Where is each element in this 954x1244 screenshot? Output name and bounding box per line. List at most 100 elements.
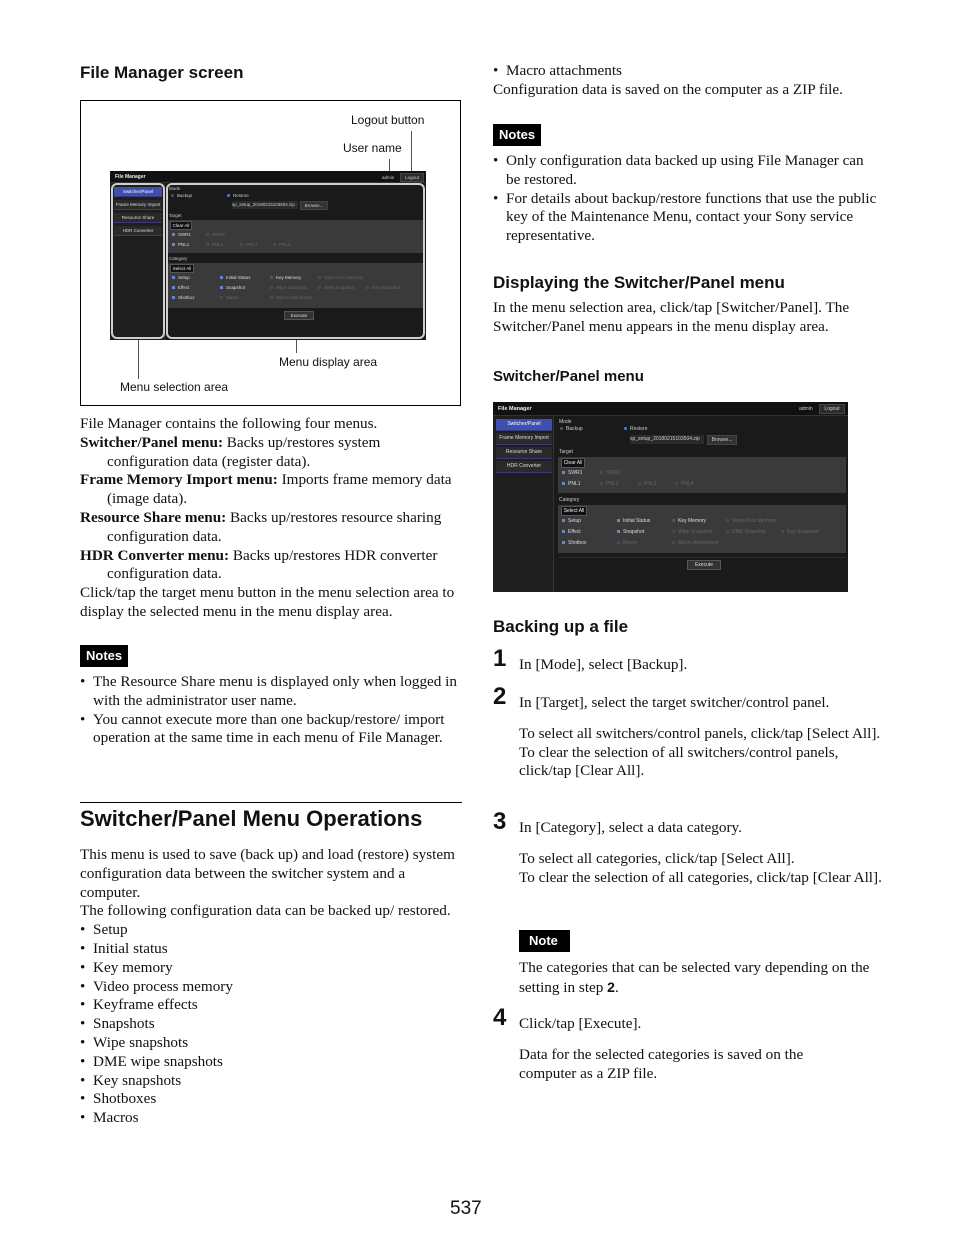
- menu-def-resource-share: Resource Share menu: Backs up/restores r…: [80, 509, 465, 547]
- target-pnl4-checkbox[interactable]: PNL4: [675, 481, 694, 487]
- target-swr2-checkbox[interactable]: SWR2: [600, 470, 620, 476]
- data-item: DME wipe snapshots: [80, 1053, 465, 1072]
- target-pnl2-checkbox[interactable]: PNL2: [600, 481, 619, 487]
- heading-displaying-menu: Displaying the Switcher/Panel menu: [493, 273, 785, 292]
- category-initial-status-checkbox[interactable]: Initial Status: [617, 518, 650, 524]
- step-2: 2 In [Target], select the target switche…: [493, 685, 883, 781]
- callout-line-display: [296, 339, 297, 353]
- category-setup-checkbox[interactable]: Setup: [562, 518, 581, 524]
- step-text: In [Target], select the target switcher/…: [519, 694, 830, 711]
- target-label: Target: [559, 449, 573, 455]
- callout-menu-display-area: Menu display area: [279, 355, 378, 369]
- execute-button[interactable]: Execute: [687, 560, 721, 570]
- category-video-proc-memory-checkbox[interactable]: Video Proc Memory: [726, 518, 776, 524]
- divider: [558, 557, 846, 558]
- right-intro: Macro attachments Configuration data is …: [493, 62, 883, 100]
- checkbox-label: Wipe Snapshot: [678, 529, 712, 535]
- target-pnl1-checkbox[interactable]: PNL1: [562, 481, 581, 487]
- term: Frame Memory Import menu:: [80, 471, 278, 489]
- callout-line-user: [389, 159, 390, 171]
- display-paragraph: In the menu selection area, click/tap [S…: [493, 299, 850, 335]
- step-detail: To clear the selection of all categories…: [519, 868, 882, 886]
- menu-def-switcher-panel: Switcher/Panel menu: Backs up/restores s…: [80, 434, 465, 472]
- step-text: In [Mode], select [Backup].: [519, 656, 688, 673]
- logout-button[interactable]: Logout: [819, 404, 845, 414]
- section-divider: [80, 802, 462, 803]
- checkbox-label: Video Proc Memory: [732, 518, 776, 524]
- step-number: 1: [493, 645, 507, 672]
- category-macro-checkbox[interactable]: Macro: [617, 540, 637, 546]
- user-name: admin: [799, 406, 813, 412]
- menu-button-hdr-converter[interactable]: HDR Converter: [496, 461, 552, 473]
- mode-backup-radio[interactable]: Backup: [560, 426, 583, 432]
- note-label: Note: [519, 930, 570, 952]
- checkbox-label: Setup: [568, 518, 582, 524]
- notes-tag-right: Notes: [493, 124, 542, 146]
- data-item: Keyframe effects: [80, 996, 465, 1015]
- notes-label: Notes: [80, 645, 129, 667]
- menu-def-hdr-converter: HDR Converter menu: Backs up/restores HD…: [80, 547, 465, 585]
- category-dme-snapshot-checkbox[interactable]: DME Snapshot: [726, 529, 766, 535]
- category-macro-attachment-checkbox[interactable]: Macro Attachment: [672, 540, 718, 546]
- checkbox-label: SWR1: [568, 470, 583, 476]
- radio-label: Restore: [630, 426, 648, 432]
- target-swr1-checkbox[interactable]: SWR1: [562, 470, 582, 476]
- menu-button-frame-memory-import[interactable]: Frame Memory Import: [496, 433, 552, 445]
- target-pnl3-checkbox[interactable]: PNL3: [638, 481, 657, 487]
- checkbox-label: PNL1: [568, 481, 581, 487]
- data-item: Setup: [80, 921, 465, 940]
- category-key-memory-checkbox[interactable]: Key Memory: [672, 518, 706, 524]
- browse-button[interactable]: Browse...: [707, 435, 737, 445]
- category-label: Category: [559, 497, 580, 503]
- data-items-list: Setup Initial status Key memory Video pr…: [80, 921, 465, 1128]
- operations-intro: This menu is used to save (back up) and …: [80, 846, 465, 1128]
- step-text: In [Category], select a data category.: [519, 819, 742, 836]
- checkbox-label: PNL3: [644, 481, 657, 487]
- note-item: For details about backup/restore functio…: [493, 190, 878, 246]
- intro-text: File Manager contains the following four…: [80, 415, 378, 432]
- category-snapshot-checkbox[interactable]: Snapshot: [617, 529, 644, 535]
- note-item: Only configuration data backed up using …: [493, 152, 878, 190]
- step-text: Click/tap [Execute].: [519, 1015, 642, 1032]
- category-key-snapshot-checkbox[interactable]: Key Snapshot: [781, 529, 818, 535]
- category-wipe-snapshot-checkbox[interactable]: Wipe Snapshot: [672, 529, 712, 535]
- clear-all-button[interactable]: Clear All: [561, 458, 585, 468]
- step-detail: To select all switchers/control panels, …: [519, 724, 881, 742]
- data-item: Initial status: [80, 940, 465, 959]
- checkbox-label: Initial Status: [623, 518, 651, 524]
- menu-button-switcher-panel[interactable]: Switcher/Panel: [496, 419, 552, 431]
- title-bar: [110, 171, 426, 183]
- step-number: 2: [493, 683, 507, 710]
- term: Switcher/Panel menu:: [80, 433, 223, 451]
- menu-button-resource-share[interactable]: Resource Share: [496, 447, 552, 459]
- select-all-button[interactable]: Select All: [561, 506, 587, 516]
- mode-label: Mode: [559, 419, 572, 425]
- file-name-field[interactable]: sp_setup_20180215103504.zip: [630, 435, 704, 444]
- callout-user-name: User name: [343, 141, 402, 155]
- note-item: You cannot execute more than one backup/…: [80, 711, 465, 749]
- step-4: 4 Click/tap [Execute]. Data for the sele…: [493, 1006, 883, 1083]
- notes-label: Notes: [493, 124, 542, 146]
- term: HDR Converter menu:: [80, 546, 230, 564]
- data-item: Video process memory: [80, 978, 465, 997]
- checkbox-label: Macro: [623, 540, 637, 546]
- click-instructions: Click/tap the target menu button in the …: [80, 584, 455, 620]
- note-step-ref: 2: [607, 978, 615, 995]
- mode-restore-radio[interactable]: Restore: [624, 426, 648, 432]
- checkbox-label: SWR2: [606, 470, 621, 476]
- data-item: Key memory: [80, 959, 465, 978]
- category-effect-checkbox[interactable]: Effect: [562, 529, 581, 535]
- note-item: The Resource Share menu is displayed onl…: [80, 673, 465, 711]
- callout-line-logout: [411, 131, 412, 171]
- checkbox-label: Key Memory: [678, 518, 707, 524]
- logout-button[interactable]: Logout: [400, 173, 424, 182]
- checkbox-label: Key Snapshot: [787, 529, 819, 535]
- ops-paragraph-1: This menu is used to save (back up) and …: [80, 846, 455, 901]
- step-detail: To clear the selection of all switchers/…: [519, 743, 839, 780]
- checkbox-label: Effect: [568, 529, 581, 535]
- note-text: The categories that can be selected vary…: [519, 959, 879, 998]
- checkbox-label: PNL4: [681, 481, 694, 487]
- category-shotbox-checkbox[interactable]: Shotbox: [562, 540, 586, 546]
- app-title: File Manager: [498, 406, 532, 412]
- checkbox-label: Shotbox: [568, 540, 587, 546]
